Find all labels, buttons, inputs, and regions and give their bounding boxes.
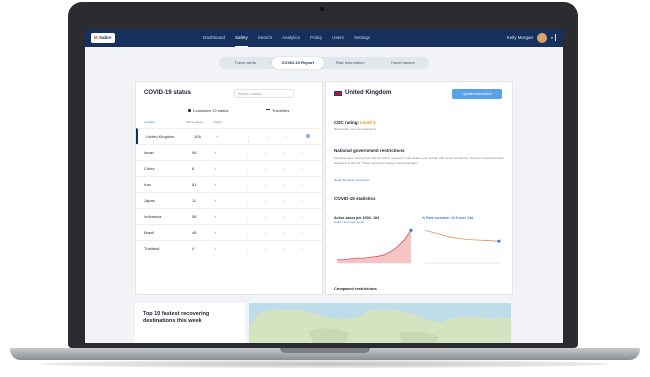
compared-restrictions-title: Compared restrictions: [334, 286, 377, 291]
rate-increase-label: % Rate increase: 13.6 over 14d: [422, 216, 474, 220]
table-row[interactable]: Japan 11 ↑ • • • • •: [136, 192, 322, 209]
tab-covid-report[interactable]: COVID-19 Report: [271, 57, 324, 69]
cdc-rating: CDC rating: Level 3: [334, 120, 376, 125]
column-header-location[interactable]: Location: [144, 120, 155, 124]
avatar[interactable]: [537, 33, 547, 43]
status-dot: [306, 134, 310, 138]
active-cases-plot: [337, 228, 413, 264]
country-title: United Kingdom: [345, 90, 392, 96]
chevron-down-icon[interactable]: ▾: [551, 29, 553, 47]
indicator-dots: • • • • •: [246, 150, 311, 160]
active-cases-chart: Active cases per 100K: 184 Higher than l…: [334, 216, 414, 271]
indicator-dots: • • • • •: [248, 134, 313, 144]
indicator-dots: • • • • •: [246, 230, 311, 240]
laptop-shadow: [40, 360, 610, 368]
nav-item-users[interactable]: Users: [332, 29, 344, 47]
screen: M Sabre Dashboard Safety Search Analytic…: [85, 29, 563, 343]
gov-restrictions-title: National government restrictions: [334, 148, 405, 153]
camera-icon: [320, 7, 324, 11]
restrictions-link[interactable]: Read the latest restrictions: [334, 178, 370, 182]
nav-item-settings[interactable]: Settings: [354, 29, 370, 47]
tab-travel-tracker[interactable]: Travel tracker: [377, 57, 430, 69]
user-name[interactable]: Kelly Morgan: [507, 29, 533, 47]
table-row[interactable]: China 8 ↓ • • • • •: [136, 160, 322, 177]
tab-travel-alerts[interactable]: Travel alerts: [219, 57, 272, 69]
lockdown-group-header: Lockdown 19 status: [188, 108, 228, 113]
plane-icon: [266, 108, 270, 113]
report-tabs: Travel alerts COVID-19 Report Risk infor…: [219, 57, 429, 69]
nav-item-safety[interactable]: Safety: [235, 29, 248, 47]
column-header-active[interactable]: Active cases: [186, 120, 203, 124]
chart-area: [337, 230, 411, 263]
nav-item-dashboard[interactable]: Dashboard: [203, 29, 225, 47]
column-header-trend[interactable]: Trend: [214, 120, 222, 124]
search-input[interactable]: Search location: [234, 89, 294, 98]
rate-increase-plot: [424, 229, 501, 264]
update-information-button[interactable]: Update information: [452, 89, 502, 99]
main-nav: Dashboard Safety Search Analytics Policy…: [203, 29, 370, 47]
tab-risk-information[interactable]: Risk information: [324, 57, 377, 69]
table-row[interactable]: Israel 98 ↑ • • • • •: [136, 144, 322, 161]
table-row[interactable]: Iran 81 ↑ • • • • •: [136, 176, 322, 193]
cdc-level-badge: Level 3: [360, 120, 376, 125]
menu-icon[interactable]: [555, 34, 561, 41]
stats-title: COVID-19 statistics: [334, 196, 376, 201]
travellers-group-header: Travellers: [266, 108, 289, 113]
nav-item-policy[interactable]: Policy: [310, 29, 322, 47]
laptop-notch: [280, 348, 370, 353]
rate-increase-chart: % Rate increase: 13.6 over 14d .: [422, 216, 502, 271]
table-row[interactable]: Brazil 48 ↑ • • • • •: [136, 224, 322, 241]
indicator-dots: • • • • •: [246, 198, 311, 208]
country-detail-panel: United Kingdom Update information CDC ra…: [325, 81, 513, 295]
gov-restrictions-body: All passengers arriving from the UK will…: [334, 156, 504, 165]
table-row[interactable]: Indonesia 58 ↑ • • • • •: [136, 208, 322, 225]
indicator-dots: • • • • •: [246, 214, 311, 224]
indicator-dots: • • • • •: [246, 182, 311, 192]
chart-point[interactable]: [409, 228, 413, 232]
chart-series-line: [424, 229, 500, 242]
world-map[interactable]: [249, 303, 511, 343]
nav-item-search[interactable]: Search: [258, 29, 272, 47]
logo: M Sabre: [91, 33, 115, 43]
chart-point[interactable]: [497, 239, 501, 243]
uk-flag-icon: [334, 91, 342, 96]
table-row[interactable]: United Kingdom 108 ↑ • • • • •: [136, 128, 324, 145]
covid-status-panel: COVID-19 status Search location Lockdown…: [135, 81, 324, 295]
nav-item-analytics[interactable]: Analytics: [282, 29, 300, 47]
recovering-destinations-card: Top 10 fastest recovering destinations t…: [135, 303, 245, 343]
map-land: [249, 309, 511, 343]
cdc-subtitle: Reconsider non-essential travel: [334, 127, 377, 131]
panel-title: COVID-19 status: [144, 90, 192, 96]
indicator-dots: • • • • •: [246, 246, 311, 256]
app-bar: M Sabre Dashboard Safety Search Analytic…: [85, 29, 563, 47]
recovering-destinations-title: Top 10 fastest recovering destinations t…: [143, 311, 210, 324]
indicator-dots: • • • • •: [246, 166, 311, 176]
lock-icon: [188, 109, 191, 113]
table-row[interactable]: Thailand 4 ↓ • • • • •: [136, 240, 322, 257]
